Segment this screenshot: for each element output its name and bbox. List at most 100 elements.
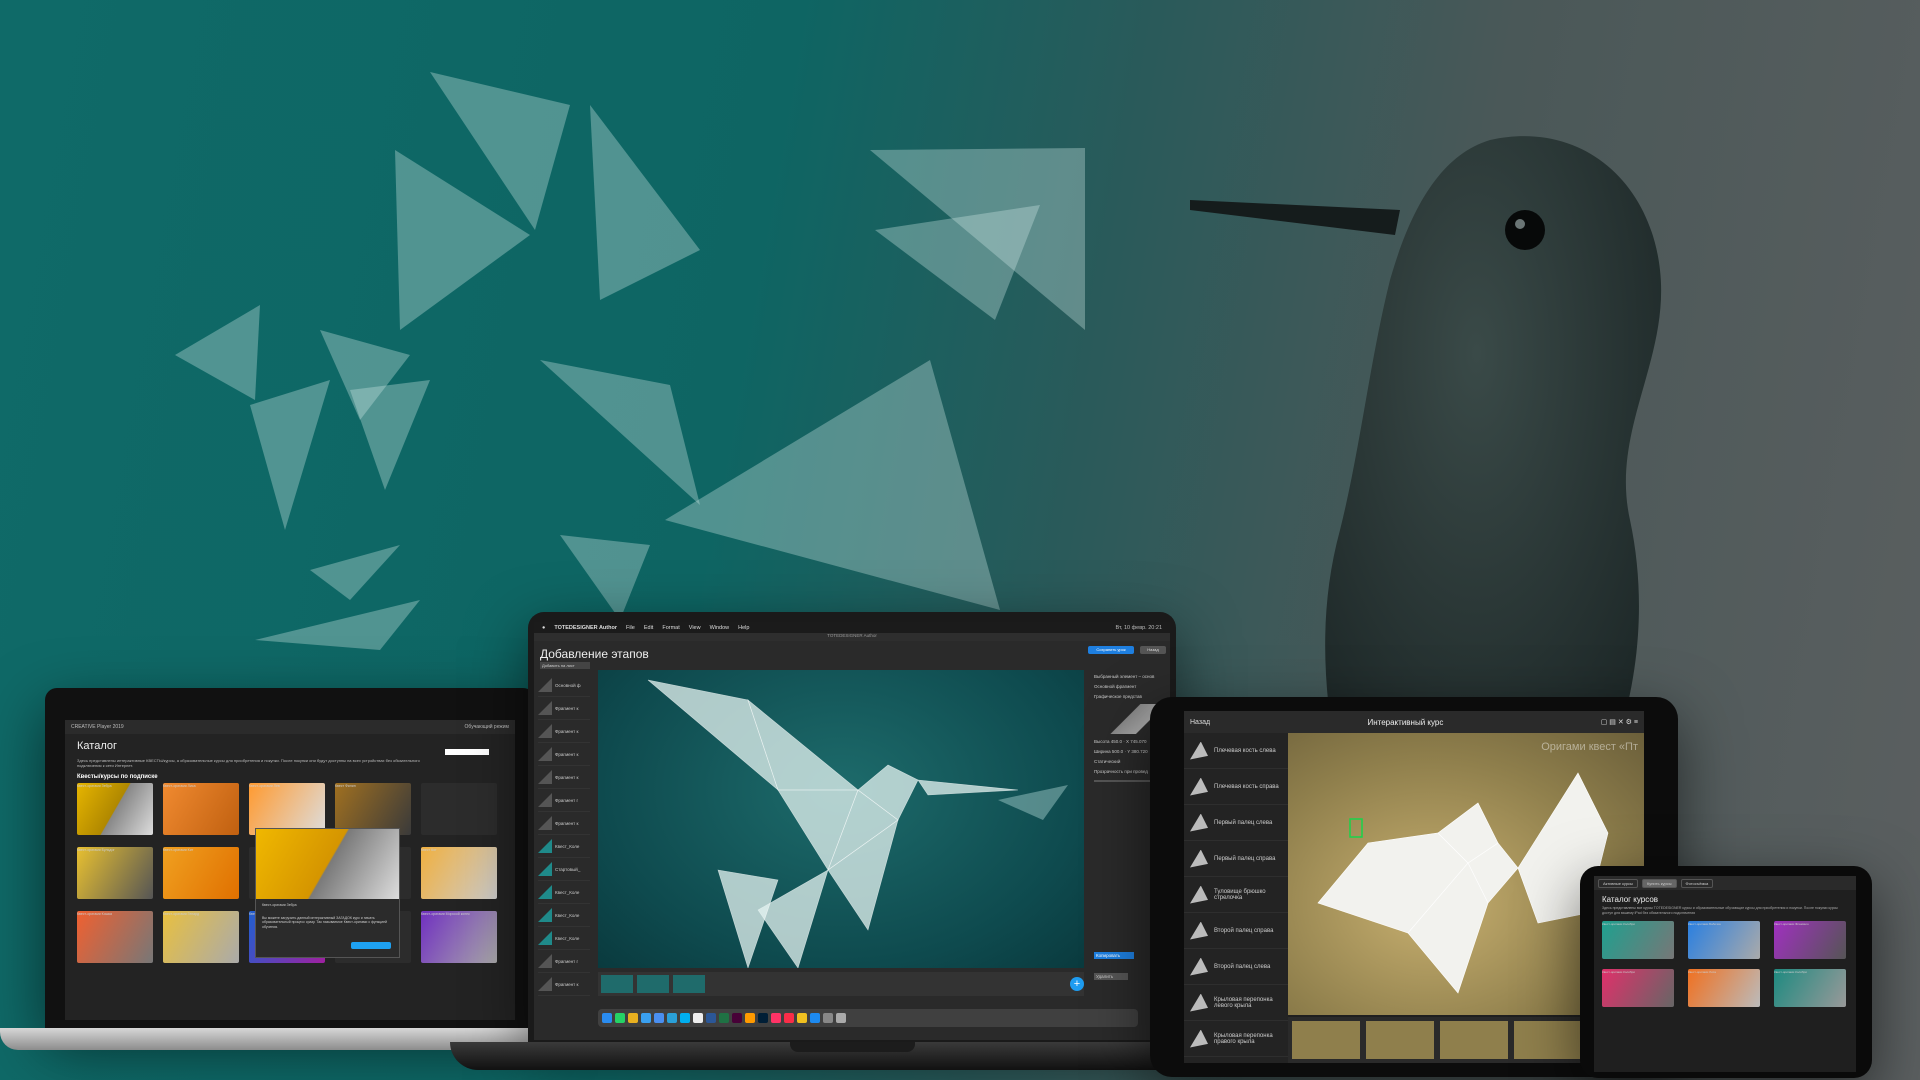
stage-thumb[interactable] — [1514, 1021, 1582, 1059]
list-item[interactable]: Фрагмент к — [538, 743, 590, 766]
finder-icon[interactable] — [602, 1013, 612, 1023]
list-item[interactable]: Фрагмент г — [538, 789, 590, 812]
stage-thumb[interactable] — [1366, 1021, 1434, 1059]
mode-label[interactable]: Обучающий режим — [465, 724, 509, 730]
course-card[interactable]: Квест Кот — [421, 847, 497, 899]
illustrator-icon[interactable] — [745, 1013, 755, 1023]
course-card[interactable] — [421, 783, 497, 835]
stage-thumb[interactable] — [673, 975, 705, 993]
list-item[interactable]: Основной ф — [538, 674, 590, 697]
mail-icon[interactable] — [654, 1013, 664, 1023]
fragment-thumb-icon — [538, 954, 552, 968]
course-card[interactable]: Квест-оригами Бабочка — [1688, 921, 1760, 959]
list-item[interactable]: Плечевая кость слева — [1184, 733, 1288, 769]
course-card[interactable]: Квест-оригами Морской конек — [421, 911, 497, 963]
list-item[interactable]: Квест_Коле — [538, 881, 590, 904]
music-icon[interactable] — [784, 1013, 794, 1023]
back-button[interactable]: Назад — [1190, 719, 1210, 726]
menu-app[interactable]: TOTEDESIGNER Author — [554, 625, 617, 631]
fragment-thumb-icon — [1190, 957, 1208, 976]
list-item[interactable]: Первый палец справа — [1184, 841, 1288, 877]
mac-dock — [598, 1009, 1138, 1027]
tab-buy-courses[interactable]: Купить курсы — [1641, 878, 1677, 888]
stage-thumb[interactable] — [1440, 1021, 1508, 1059]
course-card[interactable]: Квест-оригами Колибри — [1602, 969, 1674, 1007]
menu-view[interactable]: View — [689, 625, 701, 631]
tablet-navbar: Назад Интерактивный курс ▢ ▤ ✕ ⚙ ≡ — [1184, 711, 1644, 733]
indesign-icon[interactable] — [771, 1013, 781, 1023]
list-item[interactable]: Крыловая перепонка левого крыла — [1184, 985, 1288, 1021]
list-item[interactable]: Плечевая кость справа — [1184, 769, 1288, 805]
list-item[interactable]: Фрагмент к — [538, 697, 590, 720]
fragment-thumb-icon — [538, 724, 552, 738]
course-card[interactable]: Квест-оригами Кошка — [77, 911, 153, 963]
list-item[interactable]: Квест_Коле — [538, 927, 590, 950]
course-card[interactable]: Квест-оригами Зебра — [77, 783, 153, 835]
whatsapp-icon[interactable] — [615, 1013, 625, 1023]
tablet-toolbar-icons[interactable]: ▢ ▤ ✕ ⚙ ≡ — [1601, 718, 1638, 726]
telegram-icon[interactable] — [667, 1013, 677, 1023]
list-item[interactable]: Фрагмент к — [538, 973, 590, 996]
menu-format[interactable]: Format — [662, 625, 679, 631]
trash-icon[interactable] — [836, 1013, 846, 1023]
stage-thumb[interactable] — [637, 975, 669, 993]
list-item[interactable]: Фрагмент г — [538, 950, 590, 973]
photos-icon[interactable] — [797, 1013, 807, 1023]
section-title: Квесты/курсы по подписке — [77, 774, 158, 780]
menu-window[interactable]: Window — [710, 625, 730, 631]
course-card[interactable]: Квест-оригами Колибри — [1774, 969, 1846, 1007]
settings-icon[interactable] — [823, 1013, 833, 1023]
list-item[interactable]: Крыловая перепонка правого крыла — [1184, 1021, 1288, 1057]
excel-icon[interactable] — [719, 1013, 729, 1023]
menu-help[interactable]: Help — [738, 625, 749, 631]
page-title: Добавление этапов — [540, 647, 649, 661]
tablet-title: Интерактивный курс — [1367, 717, 1444, 727]
course-card[interactable]: Квест-оригами Кит — [163, 847, 239, 899]
search-input[interactable] — [445, 749, 489, 755]
appstore-icon[interactable] — [810, 1013, 820, 1023]
list-item[interactable]: Стартовый_ — [538, 858, 590, 881]
list-item[interactable]: Второй палец справа — [1184, 913, 1288, 949]
list-item[interactable]: Фрагмент к — [538, 720, 590, 743]
safari-icon[interactable] — [641, 1013, 651, 1023]
editor-canvas[interactable] — [598, 670, 1084, 969]
stage-thumb[interactable] — [1292, 1021, 1360, 1059]
skype-icon[interactable] — [680, 1013, 690, 1023]
chrome-icon[interactable] — [628, 1013, 638, 1023]
add-stage-button[interactable]: + — [1070, 977, 1084, 991]
player-topbar: CREATIVE Player 2019 Обучающий режим — [65, 720, 515, 734]
list-item[interactable]: Фрагмент к — [538, 766, 590, 789]
tab-photo[interactable]: Фотосъёмка — [1680, 878, 1714, 888]
delete-button[interactable]: Удалить — [1094, 973, 1128, 980]
calendar-icon[interactable] — [693, 1013, 703, 1023]
course-card[interactable]: Квест-оригами Лиса — [1688, 969, 1760, 1007]
xd-icon[interactable] — [732, 1013, 742, 1023]
course-card[interactable]: Квест-оригами Бульдог — [77, 847, 153, 899]
list-item[interactable]: Квест_Коле — [538, 835, 590, 858]
popup-title: Квест-оригами Зебра — [262, 903, 297, 907]
apple-icon[interactable]: ● — [542, 625, 545, 631]
course-card[interactable]: Квест-оригами Лиса — [163, 783, 239, 835]
list-item[interactable]: Туловище брюшко стрелочка — [1184, 877, 1288, 913]
fragment-thumb-icon — [538, 770, 552, 784]
list-item[interactable]: Второй палец слева — [1184, 949, 1288, 985]
save-lesson-button[interactable]: Сохранить урок — [1088, 646, 1134, 654]
course-card[interactable]: Квест-оригами Фламинго — [1774, 921, 1846, 959]
list-item[interactable]: Фрагмент к — [538, 812, 590, 835]
word-icon[interactable] — [706, 1013, 716, 1023]
list-item[interactable]: Первый палец слева — [1184, 805, 1288, 841]
list-item[interactable]: Квест_Коле — [538, 904, 590, 927]
menu-edit[interactable]: Edit — [644, 625, 653, 631]
add-to-sheet-button[interactable]: Добавить на лист — [540, 662, 590, 669]
copy-button[interactable]: Копировать — [1094, 952, 1134, 959]
fragment-list: Основной ф Фрагмент к Фрагмент к Фрагмен… — [538, 674, 590, 1019]
menu-file[interactable]: File — [626, 625, 635, 631]
back-button[interactable]: Назад — [1140, 646, 1166, 654]
course-card[interactable]: Квест-оригами Гепард — [163, 911, 239, 963]
photoshop-icon[interactable] — [758, 1013, 768, 1023]
stage-thumb[interactable] — [601, 975, 633, 993]
author-screen: ● TOTEDESIGNER Author File Edit Format V… — [534, 622, 1170, 1040]
buy-button[interactable] — [351, 942, 391, 949]
tab-active-courses[interactable]: Активные курсы — [1598, 878, 1638, 888]
course-card[interactable]: Квест-оригами Колибри — [1602, 921, 1674, 959]
